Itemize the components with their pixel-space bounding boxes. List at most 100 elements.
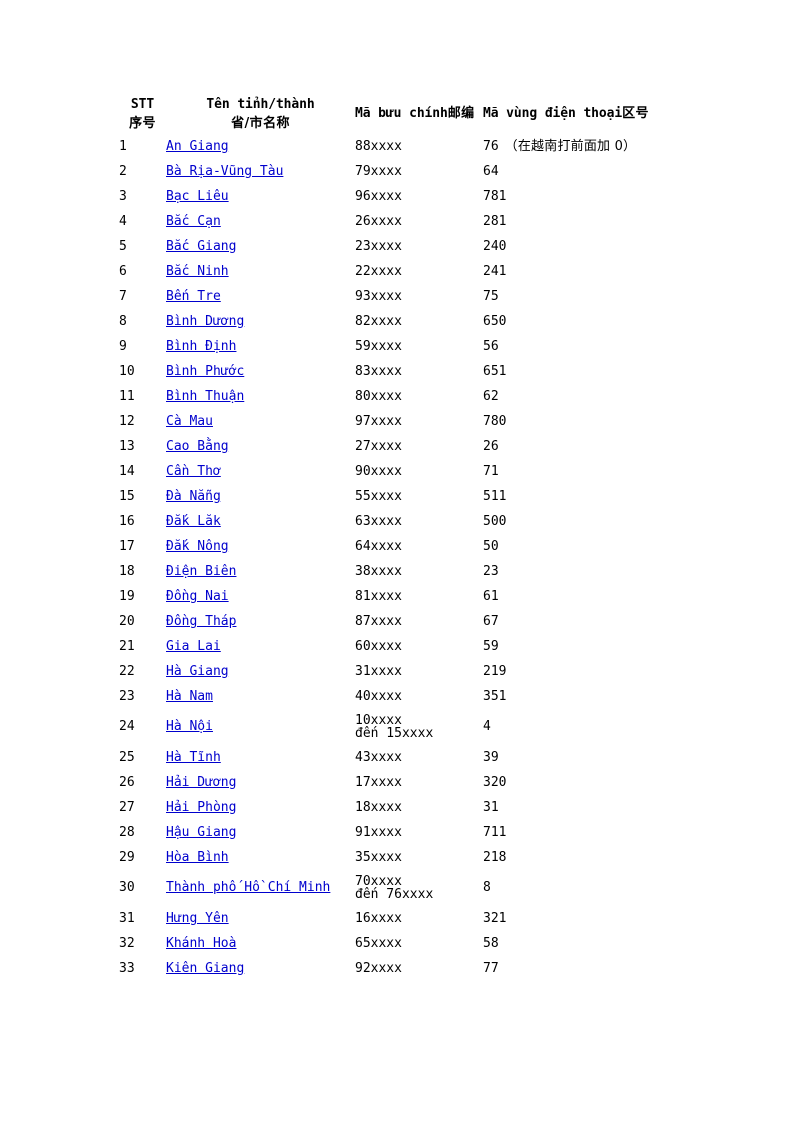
province-link[interactable]: Bắc Giang (166, 239, 236, 254)
area-code-cell: 77 (483, 956, 689, 981)
province-link[interactable]: Gia Lai (166, 639, 221, 654)
column-header-stt-cjk: 序号 (129, 115, 156, 131)
province-link[interactable]: Đồng Nai (166, 589, 229, 604)
area-code-value: 321 (483, 910, 507, 926)
postal-code-cell: 93xxxx (355, 288, 402, 304)
table-row: 12 Cà Mau 97xxxx 780 (119, 409, 689, 434)
postal-code-cell: 88xxxx (355, 138, 402, 154)
province-link[interactable]: Cao Bằng (166, 439, 229, 454)
postal-code-cell: 18xxxx (355, 799, 402, 815)
province-link[interactable]: Bình Thuận (166, 389, 244, 404)
province-link[interactable]: Bắc Cạn (166, 214, 221, 229)
area-code-value: 219 (483, 663, 507, 679)
province-link[interactable]: Bến Tre (166, 289, 221, 304)
table-row: 27 Hải Phòng 18xxxx 31 (119, 795, 689, 820)
area-code-cell: 50 (483, 534, 689, 559)
table-row: 32 Khánh Hoà 65xxxx 58 (119, 931, 689, 956)
province-name-cell: Bà Rịa-Vũng Tàu (166, 159, 355, 184)
area-code-value: 26 (483, 438, 499, 454)
row-index-cell: 17 (119, 538, 135, 554)
province-name-cell: Hòa Bình (166, 845, 355, 870)
area-code-value: 8 (483, 880, 491, 896)
province-link[interactable]: Bình Phước (166, 364, 244, 379)
province-link[interactable]: Hải Dương (166, 775, 236, 790)
province-link[interactable]: Bạc Liêu (166, 189, 229, 204)
table-row: 8 Bình Dương 82xxxx 650 (119, 309, 689, 334)
province-link[interactable]: Bà Rịa-Vũng Tàu (166, 164, 283, 179)
area-code-value: 781 (483, 188, 507, 204)
province-link[interactable]: Hưng Yên (166, 911, 229, 926)
province-name-cell: Hà Tĩnh (166, 745, 355, 770)
area-code-cell: 781 (483, 184, 689, 209)
table-body: 1 An Giang 88xxxx 76 （在越南打前面加 0） 2 Bà Rịa-Vũng… (119, 134, 689, 981)
province-link[interactable]: Hà Nội (166, 719, 213, 734)
postal-code-cell: 97xxxx (355, 413, 402, 429)
province-link[interactable]: Kiên Giang (166, 961, 244, 976)
table-row: 1 An Giang 88xxxx 76 （在越南打前面加 0） (119, 134, 689, 159)
postal-code-table-container: STT 序号 Tên tỉnh/thành 省/市名称 Mã bưu chính… (119, 96, 699, 981)
province-link[interactable]: Đắk Lăk (166, 514, 221, 529)
table-row: 22 Hà Giang 31xxxx 219 (119, 659, 689, 684)
area-code-value: 240 (483, 238, 507, 254)
postal-code-cell: 64xxxx (355, 538, 402, 554)
table-row: 7 Bến Tre 93xxxx 75 (119, 284, 689, 309)
column-header-postal-latin: Mã bưu chính (355, 106, 448, 122)
table-row: 33 Kiên Giang 92xxxx 77 (119, 956, 689, 981)
province-link[interactable]: Đà Nẵng (166, 489, 221, 504)
postal-code-cell: 16xxxx (355, 910, 402, 926)
province-name-cell: Kiên Giang (166, 956, 355, 981)
province-link[interactable]: Điện Biên (166, 564, 236, 579)
postal-code-cell: 63xxxx (355, 513, 402, 529)
table-row: 16 Đắk Lăk 63xxxx 500 (119, 509, 689, 534)
area-code-cell: 511 (483, 484, 689, 509)
row-index-cell: 8 (119, 313, 127, 329)
postal-code-cell: 80xxxx (355, 388, 402, 404)
province-link[interactable]: Hải Phòng (166, 800, 236, 815)
province-name-cell: Khánh Hoà (166, 931, 355, 956)
postal-code-cell: 65xxxx (355, 935, 402, 951)
province-link[interactable]: Hà Giang (166, 664, 229, 679)
table-row: 14 Cần Thơ 90xxxx 71 (119, 459, 689, 484)
area-code-value: 59 (483, 638, 499, 654)
province-link[interactable]: Bình Dương (166, 314, 244, 329)
province-name-cell: Điện Biên (166, 559, 355, 584)
table-row: 21 Gia Lai 60xxxx 59 (119, 634, 689, 659)
province-link[interactable]: Hà Tĩnh (166, 750, 221, 765)
province-link[interactable]: An Giang (166, 139, 229, 154)
table-row: 10 Bình Phước 83xxxx 651 (119, 359, 689, 384)
area-code-cell: 61 (483, 584, 689, 609)
postal-code-cell: 59xxxx (355, 338, 402, 354)
province-name-cell: Đồng Nai (166, 584, 355, 609)
province-link[interactable]: Thành phố Hồ Chí Minh (166, 880, 330, 895)
province-link[interactable]: Đồng Tháp (166, 614, 236, 629)
table-row: 5 Bắc Giang 23xxxx 240 (119, 234, 689, 259)
province-link[interactable]: Cà Mau (166, 414, 213, 429)
table-row: 30 Thành phố Hồ Chí Minh 70xxxx đến 76xxxx… (119, 870, 689, 906)
area-code-cell: 320 (483, 770, 689, 795)
province-name-cell: An Giang (166, 134, 355, 159)
province-link[interactable]: Hà Nam (166, 689, 213, 704)
row-index-cell: 18 (119, 563, 135, 579)
province-link[interactable]: Bắc Ninh (166, 264, 229, 279)
province-name-cell: Hải Dương (166, 770, 355, 795)
province-link[interactable]: Đắk Nông (166, 539, 229, 554)
area-code-value: 780 (483, 413, 507, 429)
area-code-value: 23 (483, 563, 499, 579)
province-link[interactable]: Cần Thơ (166, 464, 221, 479)
province-name-cell: Bắc Giang (166, 234, 355, 259)
area-code-value: 77 (483, 960, 499, 976)
area-code-value: 71 (483, 463, 499, 479)
area-code-cell: 500 (483, 509, 689, 534)
row-index-cell: 2 (119, 163, 127, 179)
area-code-value: 241 (483, 263, 507, 279)
postal-code-cell: 23xxxx (355, 238, 402, 254)
province-link[interactable]: Bình Định (166, 339, 236, 354)
postal-code-cell: 26xxxx (355, 213, 402, 229)
table-row: 19 Đồng Nai 81xxxx 61 (119, 584, 689, 609)
province-link[interactable]: Khánh Hoà (166, 936, 236, 951)
province-link[interactable]: Hậu Giang (166, 825, 236, 840)
area-code-value: 31 (483, 799, 499, 815)
table-row: 26 Hải Dương 17xxxx 320 (119, 770, 689, 795)
province-name-cell: Bình Dương (166, 309, 355, 334)
province-link[interactable]: Hòa Bình (166, 850, 229, 865)
